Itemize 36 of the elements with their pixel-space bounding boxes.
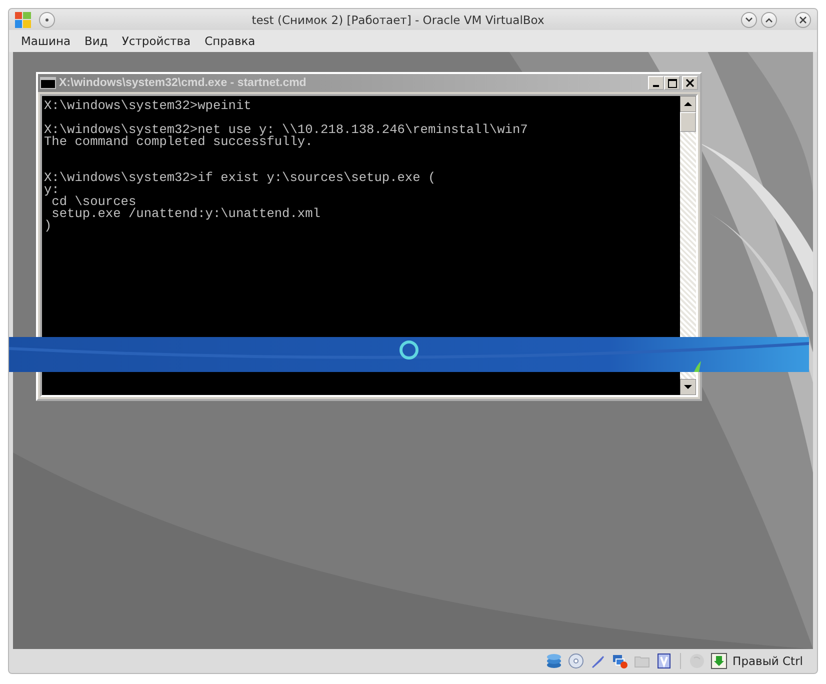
maximize-button[interactable] xyxy=(761,12,777,28)
app-icon xyxy=(15,12,31,28)
console-title: X:\windows\system32\cmd.exe - startnet.cmd xyxy=(59,77,308,89)
usb-icon[interactable] xyxy=(590,653,606,669)
maximize-icon xyxy=(668,78,676,88)
scroll-down-icon[interactable] xyxy=(680,379,696,395)
console-line: y: xyxy=(44,184,60,196)
console-line: X:\windows\system32>wpeinit xyxy=(44,100,252,112)
console-line: X:\windows\system32>net use y: \\10.218.138.246\reminstall\win7 xyxy=(44,124,529,136)
chevron-up-icon xyxy=(765,16,773,22)
host-key-label: Правый Ctrl xyxy=(732,654,803,668)
chip-icon[interactable] xyxy=(656,653,672,669)
menu-item[interactable]: Устройства xyxy=(116,34,197,48)
hard-disk-icon[interactable] xyxy=(546,653,562,669)
minimize-button[interactable] xyxy=(741,12,757,28)
scroll-up-icon[interactable] xyxy=(680,96,696,112)
console-line: X:\windows\system32>if exist y:\sources\setup.exe ( xyxy=(44,172,437,184)
network-icon[interactable] xyxy=(612,653,628,669)
console-line: cd \sources xyxy=(52,196,136,208)
menu-item[interactable]: Вид xyxy=(78,34,114,48)
host-key-icon xyxy=(710,653,727,669)
chevron-down-icon xyxy=(745,16,753,22)
menu-item[interactable]: Справка xyxy=(198,34,262,48)
close-icon xyxy=(799,16,807,24)
scrollbar-thumb[interactable] xyxy=(680,112,696,132)
window-title: test (Снимок 2) [Работает] - Oracle VM VirtualBox xyxy=(250,12,546,26)
console-line: setup.exe /unattend:y:\unattend.xml xyxy=(50,208,322,220)
console-icon xyxy=(40,77,56,89)
window-menu-button[interactable] xyxy=(39,12,55,28)
console-line: ) xyxy=(44,220,52,232)
console-line: The command completed successfully. xyxy=(44,136,314,151)
menu-item[interactable]: Машина xyxy=(15,34,77,48)
dot-icon xyxy=(45,18,49,22)
cd-icon[interactable] xyxy=(568,653,584,669)
close-icon xyxy=(686,79,694,87)
close-button[interactable] xyxy=(795,12,811,28)
